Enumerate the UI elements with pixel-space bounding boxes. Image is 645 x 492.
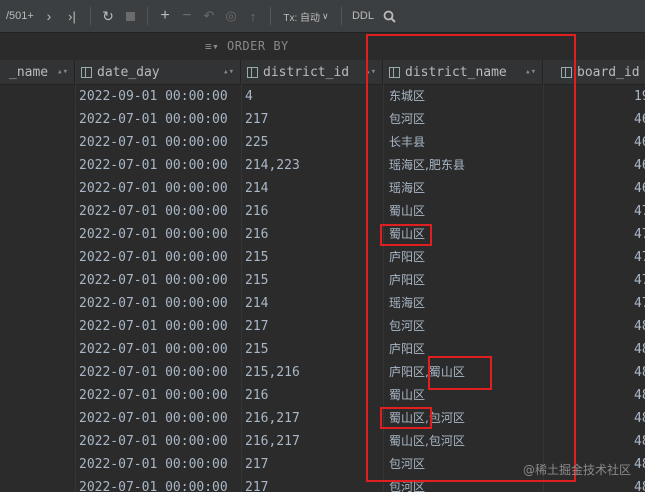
toolbar-separator — [341, 7, 342, 25]
column-header-label: _name — [9, 64, 49, 80]
cell-board-id[interactable]: 46 — [634, 108, 645, 131]
cell-district-id[interactable]: 215 — [245, 338, 268, 361]
cell-district-id[interactable]: 216 — [245, 200, 268, 223]
cell-date-day[interactable]: 2022-07-01 00:00:00 — [79, 430, 228, 453]
revert-icon[interactable]: ↶ — [198, 0, 220, 32]
sort-icon[interactable]: ▴▾ — [223, 67, 234, 77]
preview-pending-icon[interactable]: ◎ — [220, 0, 242, 32]
cell-district-id[interactable]: 215,216 — [245, 361, 300, 384]
toolbar-separator — [147, 7, 148, 25]
cell-district-id[interactable]: 217 — [245, 453, 268, 476]
search-icon[interactable] — [378, 0, 400, 32]
add-row-icon[interactable]: + — [154, 0, 176, 32]
cell-board-id[interactable]: 46 — [634, 131, 645, 154]
next-page-icon[interactable]: › — [38, 0, 60, 32]
cell-district-id[interactable]: 217 — [245, 108, 268, 131]
cell-date-day[interactable]: 2022-07-01 00:00:00 — [79, 361, 228, 384]
cell-date-day[interactable]: 2022-07-01 00:00:00 — [79, 108, 228, 131]
cell-board-id[interactable]: 48 — [634, 361, 645, 384]
cell-board-id[interactable]: 48 — [634, 315, 645, 338]
cell-district-id[interactable]: 225 — [245, 131, 268, 154]
cell-board-id[interactable]: 47 — [634, 223, 645, 246]
highlight-box-shushan — [380, 407, 432, 429]
order-by-placeholder: ORDER BY — [226, 39, 289, 53]
cell-board-id[interactable]: 48 — [634, 453, 645, 476]
cell-district-id[interactable]: 217 — [245, 315, 268, 338]
cell-date-day[interactable]: 2022-07-01 00:00:00 — [79, 384, 228, 407]
cell-date-day[interactable]: 2022-09-01 00:00:00 — [79, 85, 228, 108]
watermark: @稀土掘金技术社区 — [522, 463, 631, 477]
cell-district-id[interactable]: 215 — [245, 246, 268, 269]
cell-board-id[interactable]: 47 — [634, 200, 645, 223]
cell-district-id[interactable]: 216 — [245, 384, 268, 407]
cell-date-day[interactable]: 2022-07-01 00:00:00 — [79, 200, 228, 223]
sort-lines-icon: ≡▾ — [205, 40, 220, 53]
cell-board-id[interactable]: 48 — [634, 338, 645, 361]
highlight-box-shushan — [428, 356, 492, 390]
cell-board-id[interactable]: 46 — [634, 177, 645, 200]
cell-board-id[interactable]: 46 — [634, 154, 645, 177]
cell-date-day[interactable]: 2022-07-01 00:00:00 — [79, 177, 228, 200]
cell-date-day[interactable]: 2022-07-01 00:00:00 — [79, 453, 228, 476]
transaction-mode-label: Tx: 自动 — [283, 12, 321, 24]
delete-row-icon[interactable]: − — [176, 0, 198, 32]
cell-date-day[interactable]: 2022-07-01 00:00:00 — [79, 292, 228, 315]
column-header-date-day[interactable]: date_day ▴▾ — [75, 60, 241, 84]
cell-date-day[interactable]: 2022-07-01 00:00:00 — [79, 315, 228, 338]
cell-district-id[interactable]: 217 — [245, 476, 268, 492]
order-by-field[interactable]: ≡▾ ORDER BY — [205, 39, 289, 53]
column-header-district-id[interactable]: district_id ▴▾ — [241, 60, 383, 84]
chevron-down-icon: ∨ — [322, 10, 329, 21]
cell-district-id[interactable]: 214,223 — [245, 154, 300, 177]
cell-district-id[interactable]: 216,217 — [245, 430, 300, 453]
last-page-icon[interactable]: ›| — [60, 0, 84, 32]
cell-district-id[interactable]: 4 — [245, 85, 253, 108]
column-icon — [81, 66, 92, 78]
cell-board-id[interactable]: 48 — [634, 407, 645, 430]
column-header-name[interactable]: _name ▴▾ — [0, 60, 75, 84]
cell-district-id[interactable]: 216,217 — [245, 407, 300, 430]
column-header-label: date_day — [97, 64, 160, 80]
toolbar-separator — [90, 7, 91, 25]
sort-icon[interactable]: ▴▾ — [57, 67, 68, 77]
row-count-label[interactable]: /501+ — [0, 0, 38, 32]
cell-date-day[interactable]: 2022-07-01 00:00:00 — [79, 131, 228, 154]
cell-board-id[interactable]: 48 — [634, 430, 645, 453]
cell-board-id[interactable]: 47 — [634, 246, 645, 269]
cell-district-id[interactable]: 214 — [245, 177, 268, 200]
submit-icon[interactable]: ↑ — [242, 0, 264, 32]
cell-date-day[interactable]: 2022-07-01 00:00:00 — [79, 476, 228, 492]
column-header-label: district_id — [263, 64, 350, 80]
cell-date-day[interactable]: 2022-07-01 00:00:00 — [79, 154, 228, 177]
cell-board-id[interactable]: 47 — [634, 292, 645, 315]
toolbar-separator — [270, 7, 271, 25]
cell-date-day[interactable]: 2022-07-01 00:00:00 — [79, 223, 228, 246]
cell-district-id[interactable]: 215 — [245, 269, 268, 292]
column-icon — [247, 66, 258, 78]
cell-board-id[interactable]: 48 — [634, 384, 645, 407]
cell-board-id[interactable]: 48 — [634, 476, 645, 492]
cell-date-day[interactable]: 2022-07-01 00:00:00 — [79, 269, 228, 292]
cell-board-id[interactable]: 47 — [634, 269, 645, 292]
highlight-box-shushan — [380, 224, 432, 246]
cell-district-id[interactable]: 216 — [245, 223, 268, 246]
cell-district-id[interactable]: 214 — [245, 292, 268, 315]
ddl-button[interactable]: DDL — [348, 0, 378, 32]
cell-board-id[interactable]: 19 — [634, 85, 645, 108]
cell-date-day[interactable]: 2022-07-01 00:00:00 — [79, 246, 228, 269]
results-toolbar: /501+ › ›| ↻ + − ↶ ◎ ↑ Tx: 自动 ∨ DDL — [0, 0, 645, 33]
refresh-icon[interactable]: ↻ — [97, 0, 119, 32]
stop-icon[interactable] — [119, 0, 141, 32]
cell-date-day[interactable]: 2022-07-01 00:00:00 — [79, 338, 228, 361]
column-header-label: board_id — [577, 64, 640, 80]
transaction-mode-dropdown[interactable]: Tx: 自动 ∨ — [277, 0, 335, 32]
cell-date-day[interactable]: 2022-07-01 00:00:00 — [79, 407, 228, 430]
